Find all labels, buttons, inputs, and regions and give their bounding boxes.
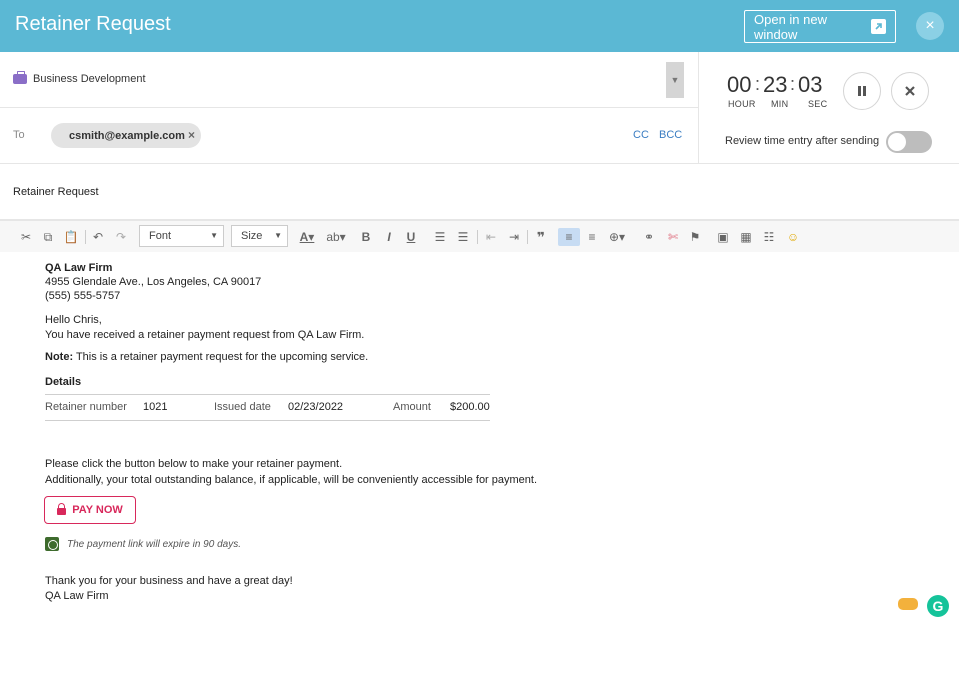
amount-value: $200.00 <box>450 401 490 413</box>
grammarly-icon[interactable]: G <box>927 595 949 617</box>
timer-panel: 00 : 23 : 03 HOUR MIN SEC Review time en… <box>698 52 959 164</box>
issued-date-value: 02/23/2022 <box>288 401 344 413</box>
greeting: Hello Chris, <box>45 314 102 326</box>
handshake-icon[interactable] <box>898 598 918 610</box>
instruction-line-2: Additionally, your total outstanding bal… <box>45 474 538 486</box>
text-color-icon[interactable]: A▾ <box>297 228 317 246</box>
pause-icon <box>858 86 866 96</box>
timer-seconds: 03 <box>798 72 823 97</box>
note-label: Note: <box>45 351 74 363</box>
pay-now-button[interactable]: PAY NOW <box>44 496 136 524</box>
toolbar-divider <box>477 230 478 244</box>
review-time-entry-toggle[interactable] <box>886 131 932 153</box>
link-icon[interactable]: ⚭ <box>641 228 657 246</box>
cc-link[interactable]: CC <box>633 129 649 141</box>
intro-text: You have received a retainer payment req… <box>45 329 365 341</box>
briefcase-icon <box>13 71 27 84</box>
details-divider <box>45 394 490 395</box>
increase-indent-icon[interactable]: ⇥ <box>507 228 521 246</box>
details-heading: Details <box>45 376 82 388</box>
align-center-icon[interactable]: ≡ <box>584 228 600 246</box>
lock-icon <box>57 503 67 515</box>
email-body[interactable]: QA Law Firm 4955 Glendale Ave., Los Ange… <box>6 252 959 612</box>
timer-hours: 00 <box>727 72 752 97</box>
unlink-icon[interactable]: ✄ <box>665 228 681 246</box>
highlight-color-icon[interactable]: ab▾ <box>325 228 347 246</box>
language-icon[interactable]: ⊕▾ <box>606 228 628 246</box>
note-body: This is a retainer payment request for t… <box>73 351 369 363</box>
matter-select[interactable]: Business Development ▼ <box>0 52 698 108</box>
note-text: Note: This is a retainer payment request… <box>45 351 368 363</box>
amount-label: Amount <box>393 401 431 413</box>
anchor-flag-icon[interactable]: ⚑ <box>688 228 702 246</box>
toggle-knob <box>888 133 906 151</box>
paste-icon[interactable]: 📋 <box>63 228 79 246</box>
toolbar-divider <box>85 230 86 244</box>
image-icon[interactable]: ▣ <box>716 228 730 246</box>
chevron-down-icon[interactable]: ▼ <box>666 62 684 98</box>
size-select-label: Size <box>241 230 263 242</box>
cut-icon[interactable]: ✂ <box>19 228 33 246</box>
instruction-line-1: Please click the button below to make yo… <box>45 458 343 470</box>
font-select[interactable]: Font ▼ <box>139 225 224 247</box>
external-link-icon <box>871 19 886 34</box>
firm-phone: (555) 555-5757 <box>45 290 121 302</box>
close-icon[interactable]: × <box>916 12 944 40</box>
min-label: MIN <box>771 99 789 109</box>
recipient-chip[interactable]: csmith@example.com × <box>51 123 201 148</box>
subject-value: Retainer Request <box>13 186 99 198</box>
bcc-link[interactable]: BCC <box>659 129 682 141</box>
bold-icon[interactable]: B <box>361 228 371 246</box>
open-new-window-label: Open in new window <box>754 11 827 42</box>
sec-label: SEC <box>808 99 828 109</box>
toolbar-divider <box>527 230 528 244</box>
blockquote-icon[interactable]: ❞ <box>535 228 547 246</box>
to-label: To <box>13 129 25 141</box>
pay-now-label: PAY NOW <box>72 504 123 516</box>
expire-note: The payment link will expire in 90 days. <box>67 539 241 550</box>
pause-button[interactable] <box>843 72 881 110</box>
details-divider <box>45 420 490 421</box>
open-new-window-button[interactable]: Open in new window <box>744 10 896 43</box>
chevron-down-icon: ▼ <box>274 231 282 240</box>
align-left-icon[interactable]: ≡ <box>558 228 580 246</box>
close-icon <box>905 86 915 96</box>
hour-label: HOUR <box>728 99 756 109</box>
matter-value: Business Development <box>33 73 146 85</box>
underline-icon[interactable]: U <box>406 228 416 246</box>
retainer-number-label: Retainer number <box>45 401 127 413</box>
closing-text: Thank you for your business and have a g… <box>45 575 293 587</box>
italic-icon[interactable]: I <box>384 228 394 246</box>
timer-minutes: 23 <box>763 72 788 97</box>
copy-icon[interactable]: ⧉ <box>41 228 55 246</box>
clock-icon <box>45 537 59 551</box>
chevron-down-icon: ▼ <box>210 231 218 240</box>
modal-header: Retainer Request Open in new window × <box>0 0 959 52</box>
horizontal-rule-icon[interactable]: ☷ <box>761 228 777 246</box>
remove-recipient-icon[interactable]: × <box>188 128 195 142</box>
redo-icon[interactable]: ↷ <box>114 228 128 246</box>
timer-colon: : <box>755 74 761 94</box>
modal-title: Retainer Request <box>15 13 171 35</box>
firm-name: QA Law Firm <box>45 262 113 274</box>
decrease-indent-icon[interactable]: ⇤ <box>484 228 498 246</box>
firm-address: 4955 Glendale Ave., Los Angeles, CA 9001… <box>45 276 262 288</box>
signature: QA Law Firm <box>45 590 109 602</box>
table-icon[interactable]: ▦ <box>739 228 753 246</box>
emoji-icon[interactable]: ☺ <box>785 228 801 246</box>
review-time-entry-label: Review time entry after sending <box>725 135 880 147</box>
timer-colon: : <box>790 74 796 94</box>
recipient-email: csmith@example.com <box>69 129 185 142</box>
editor-toolbar: ✂ ⧉ 📋 ↶ ↷ Font ▼ Size ▼ A▾ ab▾ B I U ☰ ☰… <box>0 220 959 252</box>
stop-timer-button[interactable] <box>891 72 929 110</box>
font-select-label: Font <box>149 230 172 242</box>
retainer-number-value: 1021 <box>143 401 168 413</box>
subject-field[interactable]: Retainer Request <box>0 164 959 220</box>
bullet-list-icon[interactable]: ☰ <box>456 228 470 246</box>
size-select[interactable]: Size ▼ <box>231 225 288 247</box>
undo-icon[interactable]: ↶ <box>91 228 105 246</box>
to-field[interactable]: To csmith@example.com × CC BCC <box>0 108 698 164</box>
numbered-list-icon[interactable]: ☰ <box>433 228 447 246</box>
issued-date-label: Issued date <box>214 401 271 413</box>
